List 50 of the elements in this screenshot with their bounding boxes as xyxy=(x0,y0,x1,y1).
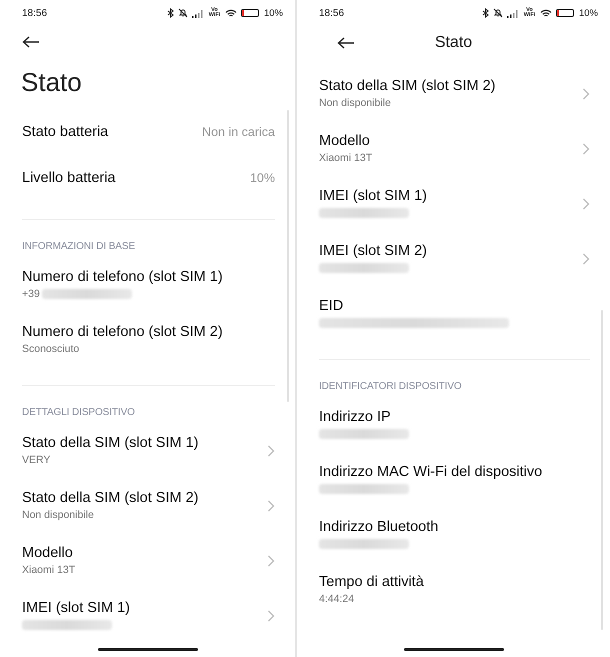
row-title: Modello xyxy=(22,545,74,561)
row-subtitle: Non disponibile xyxy=(22,509,94,521)
row-title: Modello xyxy=(319,133,371,149)
signal-icon xyxy=(192,8,204,18)
row-value: 10% xyxy=(250,171,275,185)
muted-bell-icon xyxy=(492,8,503,18)
back-arrow-icon[interactable] xyxy=(22,36,40,48)
section-heading: DETTAGLI DISPOSITIVO xyxy=(21,406,136,420)
row-title: Indirizzo IP xyxy=(319,409,392,425)
battery-icon xyxy=(240,9,259,17)
muted-bell-icon xyxy=(178,8,188,18)
status-time: 18:56 xyxy=(319,8,344,18)
row-title: Stato della SIM (slot SIM 1) xyxy=(22,435,200,451)
row-title: EID xyxy=(319,298,344,314)
page-title: Stato xyxy=(434,34,472,51)
battery-percent: 10% xyxy=(578,8,598,18)
wifi-icon xyxy=(540,8,552,18)
home-indicator[interactable] xyxy=(98,648,198,651)
row-subtitle: +39 xyxy=(22,288,40,300)
row-title: Livello batteria xyxy=(22,170,116,186)
row-title: IMEI (slot SIM 1) xyxy=(319,188,428,204)
row-title: Stato della SIM (slot SIM 2) xyxy=(22,490,200,506)
row-title: IMEI (slot SIM 1) xyxy=(22,600,131,616)
row-value: Non in carica xyxy=(202,125,275,139)
section-heading: IDENTIFICATORI DISPOSITIVO xyxy=(318,380,463,394)
row-subtitle: Non disponibile xyxy=(319,97,391,109)
row-subtitle: Sconosciuto xyxy=(22,343,80,355)
wifi-icon xyxy=(224,8,237,18)
battery-icon xyxy=(556,9,574,17)
row-title: Stato batteria xyxy=(22,124,110,140)
status-time: 18:56 xyxy=(22,8,48,18)
row-title: Numero di telefono (slot SIM 2) xyxy=(22,324,224,340)
row-subtitle: 4:44:24 xyxy=(319,593,354,605)
row-subtitle: Xiaomi 13T xyxy=(22,564,76,576)
page-title: Stato xyxy=(20,66,83,98)
signal-icon xyxy=(506,8,519,18)
row-subtitle: VERY xyxy=(22,454,50,466)
home-indicator[interactable] xyxy=(404,648,504,651)
section-heading: INFORMAZIONI DI BASE xyxy=(21,240,136,254)
row-title: Indirizzo Bluetooth xyxy=(319,519,440,535)
bluetooth-icon xyxy=(166,8,174,18)
bluetooth-icon xyxy=(482,8,489,18)
battery-percent: 10% xyxy=(264,8,283,18)
back-arrow-icon[interactable] xyxy=(337,37,355,49)
row-title: IMEI (slot SIM 2) xyxy=(319,243,428,259)
row-title: Numero di telefono (slot SIM 1) xyxy=(22,269,224,285)
row-title: Indirizzo MAC Wi-Fi del dispositivo xyxy=(319,464,544,480)
row-subtitle: Xiaomi 13T xyxy=(319,152,372,164)
row-title: Stato della SIM (slot SIM 2) xyxy=(319,78,496,94)
row-title: Tempo di attività xyxy=(319,574,425,590)
